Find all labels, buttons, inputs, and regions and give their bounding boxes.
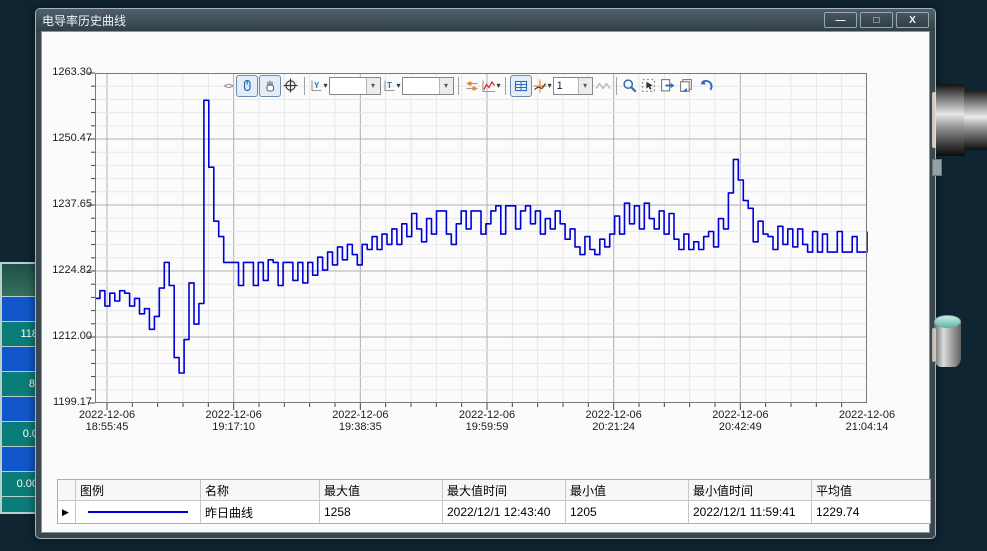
- toolbar-separator: [304, 77, 305, 95]
- y-axis-icon: Y: [309, 79, 323, 93]
- time-axis-select-button[interactable]: T ▾: [382, 75, 401, 97]
- close-button[interactable]: X: [896, 12, 929, 28]
- x-tick-label: 2022-12-0619:17:10: [179, 409, 289, 433]
- maximize-button[interactable]: □: [860, 12, 893, 28]
- tank-cylinder-top: [934, 315, 961, 328]
- chevron-down-icon: ▾: [324, 81, 328, 90]
- minimize-button[interactable]: —: [824, 12, 857, 28]
- adjust-settings-button[interactable]: [463, 75, 481, 97]
- x-tick-label: 2022-12-0618:55:45: [52, 409, 162, 433]
- chevron-down-icon: ▾: [548, 81, 552, 90]
- chevron-down-icon: ▾: [578, 78, 592, 94]
- sliders-icon: [465, 79, 479, 93]
- statistics-table: 图例 名称 最大值 最大值时间 最小值 最小值时间 平均值 ▶ 昨日曲线 125…: [57, 479, 931, 524]
- hand-icon: [263, 79, 277, 93]
- min-value-cell: 1205: [566, 501, 689, 523]
- chart-toolbar: <> Y: [224, 74, 715, 97]
- print-icon: [679, 78, 694, 93]
- select-region-button[interactable]: [640, 75, 658, 97]
- series-legend-line: [88, 511, 188, 513]
- pipe-reflection: [932, 328, 936, 362]
- y-tick-label: 1250.47: [40, 132, 92, 144]
- toolbar-separator: [616, 77, 617, 95]
- export-button[interactable]: [659, 75, 677, 97]
- undo-icon: [698, 78, 713, 93]
- data-grid-toggle-button[interactable]: [510, 75, 532, 97]
- pipe-reflection: [932, 92, 936, 148]
- y-tick-label: 1237.65: [40, 198, 92, 210]
- time-axis-combobox[interactable]: ▾: [402, 77, 454, 95]
- select-region-icon: [641, 78, 656, 93]
- curve-style-button[interactable]: ▾: [482, 75, 501, 97]
- min-time-cell: 2022/12/1 11:59:41: [689, 501, 812, 523]
- svg-text:Y: Y: [314, 81, 320, 90]
- mouse-icon: [240, 79, 254, 93]
- resize-cursor-icon: <>: [224, 81, 233, 91]
- col-header-name: 名称: [201, 480, 320, 501]
- window-title: 电导率历史曲线: [42, 12, 126, 29]
- tank-cylinder: [934, 322, 961, 367]
- y-tick-label: 1212.00: [40, 330, 92, 342]
- series-name-cell: 昨日曲线: [201, 501, 320, 523]
- print-button[interactable]: [678, 75, 696, 97]
- export-icon: [660, 78, 675, 93]
- cursor-count-combobox[interactable]: 1 ▾: [553, 77, 593, 95]
- desktop: 118 8. 0.0 0.00 电导率历史曲线 — □ X 1263.30125…: [0, 0, 987, 551]
- selector-column-header: [58, 480, 76, 501]
- pan-hand-button[interactable]: [259, 75, 281, 97]
- y-tick-label: 1199.17: [40, 396, 92, 408]
- pipe-flange: [936, 84, 965, 156]
- avg-value-cell: 1229.74: [812, 501, 930, 523]
- y-axis-select-button[interactable]: Y ▾: [309, 75, 328, 97]
- cursor-curve-button[interactable]: ▾: [533, 75, 552, 97]
- crosshair-mode-button[interactable]: [282, 75, 300, 97]
- plot-svg: [95, 73, 867, 403]
- pipe-horizontal: [964, 90, 987, 150]
- data-grid-icon: [514, 79, 528, 93]
- max-time-cell: 2022/12/1 12:43:40: [443, 501, 566, 523]
- crosshair-icon: [283, 78, 298, 93]
- mouse-mode-button[interactable]: [236, 75, 258, 97]
- col-header-max: 最大值: [320, 480, 443, 501]
- y-tick-label: 1263.30: [40, 66, 92, 78]
- magnifier-icon: [622, 78, 637, 93]
- titlebar[interactable]: 电导率历史曲线 — □ X: [36, 9, 935, 31]
- undo-button[interactable]: [697, 75, 715, 97]
- legend-cell: [76, 501, 201, 523]
- x-tick-label: 2022-12-0620:21:24: [559, 409, 669, 433]
- chevron-down-icon: ▾: [497, 81, 501, 90]
- cursor-curve-icon: [533, 79, 547, 93]
- curve-icon: [482, 79, 496, 93]
- t-axis-icon: T: [382, 79, 396, 93]
- y-axis-combobox[interactable]: ▾: [329, 77, 381, 95]
- wave-button-disabled[interactable]: [594, 75, 612, 97]
- col-header-max-time: 最大值时间: [443, 480, 566, 501]
- row-selector-icon: ▶: [62, 507, 69, 518]
- edge-tab: [932, 159, 942, 176]
- row-selector-cell[interactable]: ▶: [58, 501, 76, 523]
- x-tick-label: 2022-12-0620:42:49: [685, 409, 795, 433]
- zoom-button[interactable]: [621, 75, 639, 97]
- chart-plot-area[interactable]: [95, 73, 867, 403]
- max-value-cell: 1258: [320, 501, 443, 523]
- toolbar-separator: [505, 77, 506, 95]
- chevron-down-icon: ▾: [366, 78, 380, 94]
- col-header-avg: 平均值: [812, 480, 930, 501]
- toolbar-separator: [458, 77, 459, 95]
- x-tick-label: 2022-12-0619:38:35: [305, 409, 415, 433]
- chevron-down-icon: ▾: [397, 81, 401, 90]
- wave-icon: [595, 79, 611, 93]
- col-header-legend: 图例: [76, 480, 201, 501]
- col-header-min: 最小值: [566, 480, 689, 501]
- col-header-min-time: 最小值时间: [689, 480, 812, 501]
- x-tick-label: 2022-12-0619:59:59: [432, 409, 542, 433]
- svg-text:T: T: [387, 81, 392, 90]
- x-tick-label: 2022-12-0621:04:14: [812, 409, 922, 433]
- chevron-down-icon: ▾: [439, 78, 453, 94]
- y-tick-label: 1224.82: [40, 264, 92, 276]
